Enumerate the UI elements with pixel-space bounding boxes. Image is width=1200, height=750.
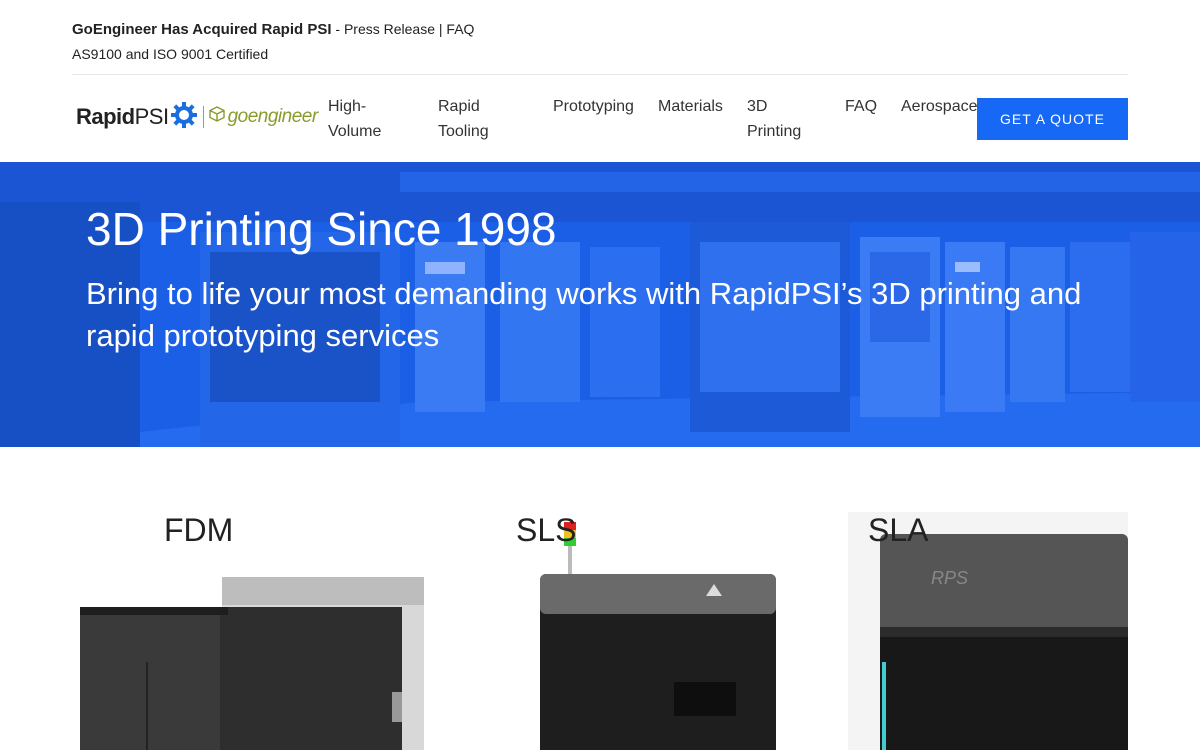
hero-title: 3D Printing Since 1998 [86, 203, 557, 255]
nav-item-3d-printing[interactable]: 3D Printing [747, 94, 801, 144]
card-title: FDM [164, 512, 234, 548]
announcement-separator: - [335, 21, 341, 37]
cube-icon [208, 106, 225, 128]
fdm-printer-image [72, 512, 424, 750]
nav-label-line: High- [328, 98, 367, 115]
service-card-sla[interactable]: RPS SLA [776, 512, 1128, 750]
nav-item-rapid-tooling[interactable]: Rapid Tooling [438, 94, 489, 144]
card-title: SLS [516, 512, 577, 548]
nav-item-faq[interactable]: FAQ [845, 94, 877, 119]
nav-item-aerospace[interactable]: Aerospace [901, 94, 978, 119]
nav-label-line: 3D [747, 98, 768, 115]
sla-printer-image: RPS [776, 512, 1128, 750]
nav-label-line: FAQ [845, 98, 878, 115]
partner-logo-text: goengineer [227, 106, 319, 127]
nav-item-high-volume[interactable]: High- Volume [328, 94, 381, 144]
announcement-pipe: | [438, 21, 443, 37]
nav-label-line: Volume [328, 123, 382, 140]
announcement-headline: GoEngineer Has Acquired Rapid PSI [72, 21, 332, 38]
logo-rapid-text: Rapid [76, 104, 135, 129]
logo-psi-text: PSI [134, 104, 169, 129]
partner-logo: goengineer [208, 106, 319, 128]
announcement-line: GoEngineer Has Acquired Rapid PSI - Pres… [72, 19, 474, 40]
nav-label-line: Aerospace [901, 98, 978, 115]
hero-banner: 3D Printing Since 1998 Bring to life you… [0, 162, 1200, 447]
sls-printer-image [424, 512, 776, 750]
nav-label-line: Materials [658, 98, 723, 115]
hero-subtitle: Bring to life your most demanding works … [86, 276, 1082, 353]
nav-label-line: Prototyping [553, 98, 634, 115]
nav-label-line: Tooling [438, 123, 489, 140]
svg-text:RPS: RPS [931, 568, 968, 588]
announcement-bar: GoEngineer Has Acquired Rapid PSI - Pres… [72, 0, 1128, 75]
service-card-sls[interactable]: SLS [424, 512, 776, 750]
press-release-link[interactable]: Press Release [344, 21, 435, 37]
nav-label-line: Printing [747, 123, 802, 140]
gear-icon [170, 101, 197, 133]
faq-link[interactable]: FAQ [446, 21, 474, 37]
logo-divider [202, 106, 204, 128]
site-logo[interactable]: Rapid PSI goengineer [76, 100, 318, 134]
card-title: SLA [868, 512, 929, 548]
nav-item-prototyping[interactable]: Prototyping [553, 94, 634, 119]
get-a-quote-button[interactable]: GET A QUOTE [977, 98, 1128, 140]
nav-item-materials[interactable]: Materials [658, 94, 723, 119]
service-card-fdm[interactable]: FDM [72, 512, 424, 750]
nav-label-line: Rapid [438, 98, 480, 115]
site-header: Rapid PSI goengineer High- Volume Rapid … [0, 76, 1200, 162]
service-cards: FDM SLS RPS SLA [0, 447, 1200, 750]
certification-text: AS9100 and ISO 9001 Certified [72, 46, 269, 62]
